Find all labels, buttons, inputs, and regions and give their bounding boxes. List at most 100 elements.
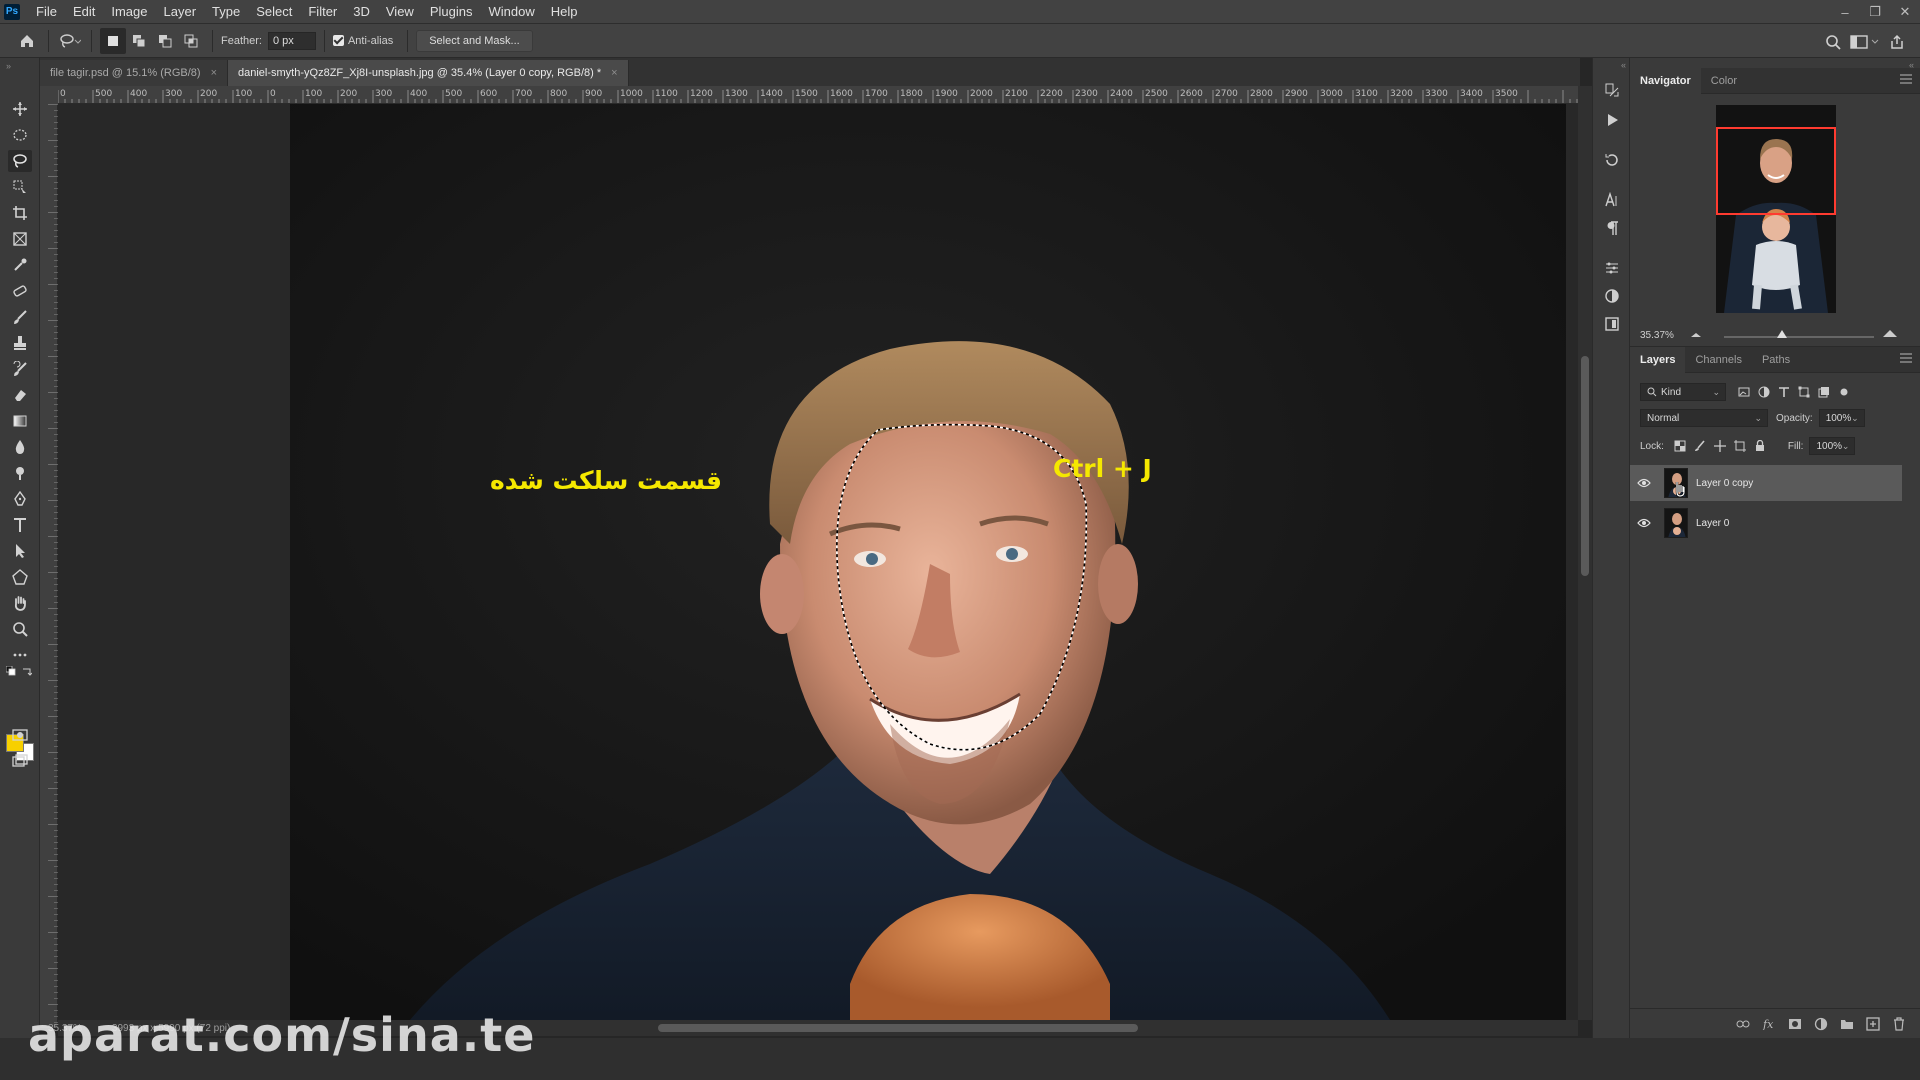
menu-help[interactable]: Help bbox=[543, 0, 586, 24]
healing-brush-tool-icon[interactable] bbox=[8, 280, 32, 302]
smart-object-filter-icon[interactable] bbox=[1814, 383, 1834, 401]
blur-tool-icon[interactable] bbox=[8, 436, 32, 458]
vertical-scrollbar[interactable] bbox=[1578, 86, 1592, 1020]
visibility-eye-icon[interactable] bbox=[1630, 478, 1658, 488]
quick-mask-icon[interactable] bbox=[8, 724, 32, 746]
character-panel-icon[interactable] bbox=[1600, 188, 1624, 212]
menu-filter[interactable]: Filter bbox=[300, 0, 345, 24]
marquee-tool-icon[interactable] bbox=[8, 124, 32, 146]
opacity-input[interactable]: 100% ⌄ bbox=[1818, 409, 1865, 427]
navigator-zoom-value[interactable]: 35.37% bbox=[1640, 330, 1674, 341]
adjustment-filter-icon[interactable] bbox=[1754, 383, 1774, 401]
type-tool-icon[interactable] bbox=[8, 514, 32, 536]
filter-toggle-icon[interactable] bbox=[1834, 383, 1854, 401]
blend-mode-select[interactable]: Normal ⌄ bbox=[1640, 409, 1768, 427]
eyedropper-tool-icon[interactable] bbox=[8, 254, 32, 276]
pen-tool-icon[interactable] bbox=[8, 488, 32, 510]
new-adjustment-layer-icon[interactable] bbox=[1808, 1013, 1834, 1035]
minimize-icon[interactable]: – bbox=[1830, 0, 1860, 24]
workspace-icon[interactable] bbox=[1846, 29, 1884, 55]
clone-stamp-tool-icon[interactable] bbox=[8, 332, 32, 354]
add-mask-icon[interactable] bbox=[1782, 1013, 1808, 1035]
subtract-from-selection-icon[interactable] bbox=[152, 28, 178, 54]
panel-menu-icon[interactable] bbox=[1900, 74, 1912, 84]
screen-mode-icon[interactable] bbox=[8, 750, 32, 772]
menu-3d[interactable]: 3D bbox=[345, 0, 378, 24]
actions-play-icon[interactable] bbox=[1600, 108, 1624, 132]
close-icon[interactable]: ✕ bbox=[1890, 0, 1920, 24]
link-layers-icon[interactable] bbox=[1730, 1013, 1756, 1035]
swap-colors-icon[interactable] bbox=[22, 666, 32, 676]
history-brush-tool-icon[interactable] bbox=[8, 358, 32, 380]
lock-position-icon[interactable] bbox=[1710, 437, 1730, 455]
menu-type[interactable]: Type bbox=[204, 0, 248, 24]
tab-navigator[interactable]: Navigator bbox=[1630, 67, 1701, 94]
shape-filter-icon[interactable] bbox=[1794, 383, 1814, 401]
pixel-filter-icon[interactable] bbox=[1734, 383, 1754, 401]
move-tool-icon[interactable] bbox=[8, 98, 32, 120]
layer-row[interactable]: Layer 0 copy bbox=[1630, 465, 1902, 501]
brush-tool-icon[interactable] bbox=[8, 306, 32, 328]
search-icon[interactable] bbox=[1820, 29, 1846, 55]
collapse-icon[interactable]: » bbox=[6, 61, 11, 71]
panel-menu-icon[interactable] bbox=[1900, 353, 1912, 363]
tab-layers[interactable]: Layers bbox=[1630, 346, 1686, 373]
zoom-out-icon[interactable] bbox=[1690, 330, 1702, 338]
tab-file-tagir[interactable]: file tagir.psd @ 15.1% (RGB/8) × bbox=[40, 60, 228, 86]
type-filter-icon[interactable] bbox=[1774, 383, 1794, 401]
menu-edit[interactable]: Edit bbox=[65, 0, 103, 24]
menu-plugins[interactable]: Plugins bbox=[422, 0, 481, 24]
canvas-area[interactable]: قسمت سلکت شده Ctrl + J bbox=[58, 104, 1578, 1020]
tab-daniel-smyth[interactable]: daniel-smyth-yQz8ZF_Xj8I-unsplash.jpg @ … bbox=[228, 60, 629, 86]
new-layer-icon[interactable] bbox=[1860, 1013, 1886, 1035]
default-colors-icon[interactable] bbox=[6, 666, 16, 676]
menu-image[interactable]: Image bbox=[103, 0, 155, 24]
layer-row[interactable]: Layer 0 bbox=[1630, 505, 1902, 541]
delete-layer-icon[interactable] bbox=[1886, 1013, 1912, 1035]
close-tab-icon[interactable]: × bbox=[611, 67, 617, 79]
libraries-panel-icon[interactable] bbox=[1600, 312, 1624, 336]
scroll-thumb[interactable] bbox=[1581, 356, 1589, 576]
lock-image-pixels-icon[interactable] bbox=[1690, 437, 1710, 455]
filter-kind-select[interactable]: Kind ⌄ bbox=[1640, 383, 1726, 401]
navigator-view-box[interactable] bbox=[1716, 127, 1836, 215]
history-icon[interactable] bbox=[1600, 148, 1624, 172]
intersect-selection-icon[interactable] bbox=[178, 28, 204, 54]
fill-input[interactable]: 100% ⌄ bbox=[1809, 437, 1856, 455]
tab-color[interactable]: Color bbox=[1701, 68, 1747, 94]
crop-tool-icon[interactable] bbox=[8, 202, 32, 224]
lock-artboard-icon[interactable] bbox=[1730, 437, 1750, 455]
menu-file[interactable]: File bbox=[28, 0, 65, 24]
zoom-tool-icon[interactable] bbox=[8, 618, 32, 640]
frame-tool-icon[interactable] bbox=[8, 228, 32, 250]
restore-icon[interactable]: ❐ bbox=[1860, 0, 1890, 24]
lock-transparent-pixels-icon[interactable] bbox=[1670, 437, 1690, 455]
paragraph-panel-icon[interactable] bbox=[1600, 216, 1624, 240]
navigator-preview[interactable] bbox=[1716, 105, 1836, 313]
menu-window[interactable]: Window bbox=[480, 0, 542, 24]
document-image[interactable]: قسمت سلکت شده Ctrl + J bbox=[290, 104, 1566, 1020]
layer-name[interactable]: Layer 0 copy bbox=[1696, 478, 1753, 489]
eraser-tool-icon[interactable] bbox=[8, 384, 32, 406]
menu-select[interactable]: Select bbox=[248, 0, 300, 24]
new-selection-icon[interactable] bbox=[100, 27, 126, 54]
collapse-icon[interactable]: « bbox=[1621, 60, 1626, 70]
fx-icon[interactable]: fx bbox=[1756, 1013, 1782, 1035]
shape-tool-icon[interactable] bbox=[8, 566, 32, 588]
gradient-tool-icon[interactable] bbox=[8, 410, 32, 432]
object-selection-tool-icon[interactable] bbox=[8, 176, 32, 198]
add-to-selection-icon[interactable] bbox=[126, 28, 152, 54]
visibility-eye-icon[interactable] bbox=[1630, 518, 1658, 528]
close-tab-icon[interactable]: × bbox=[211, 67, 217, 79]
layer-name[interactable]: Layer 0 bbox=[1696, 518, 1729, 529]
lasso-preset-icon[interactable] bbox=[57, 28, 83, 54]
home-icon[interactable] bbox=[14, 28, 40, 54]
lasso-tool-icon[interactable] bbox=[8, 150, 32, 172]
dodge-tool-icon[interactable] bbox=[8, 462, 32, 484]
menu-layer[interactable]: Layer bbox=[156, 0, 205, 24]
feather-input[interactable]: 0 px bbox=[267, 31, 316, 50]
properties-panel-icon[interactable] bbox=[1600, 256, 1624, 280]
tab-channels[interactable]: Channels bbox=[1685, 347, 1751, 373]
zoom-slider-knob[interactable] bbox=[1777, 330, 1787, 338]
new-group-icon[interactable] bbox=[1834, 1013, 1860, 1035]
